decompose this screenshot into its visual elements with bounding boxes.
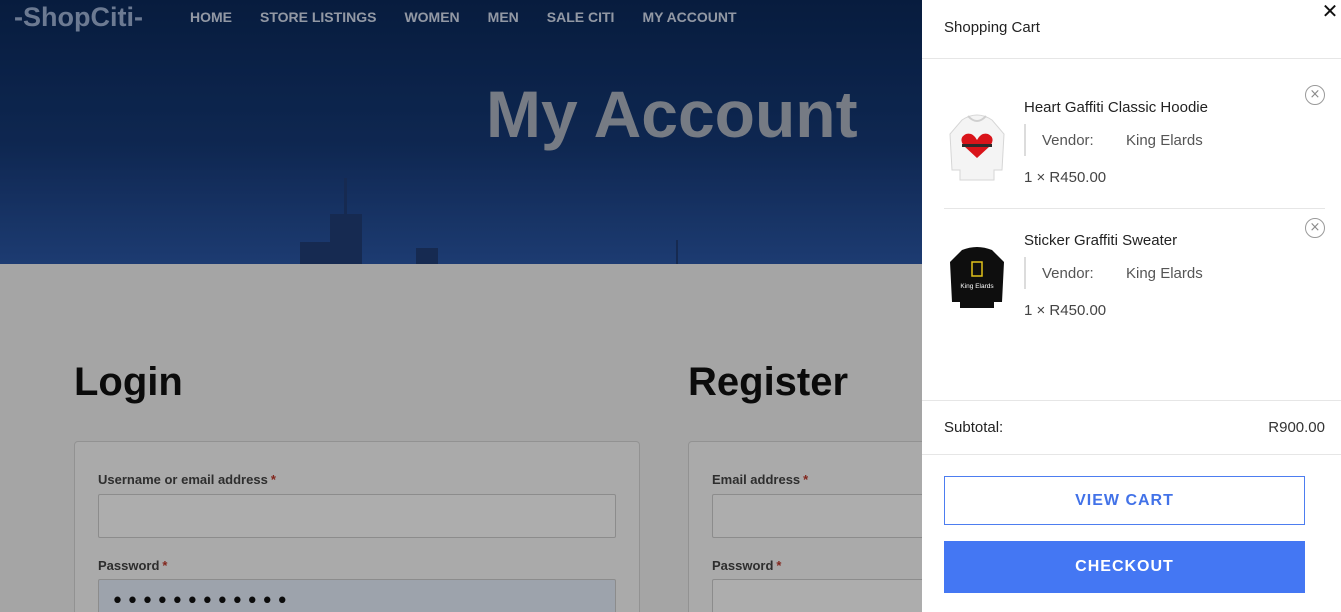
subtotal-label: Subtotal: — [944, 419, 1004, 436]
modal-backdrop[interactable] — [0, 0, 922, 612]
cart-header: Shopping Cart ✕ — [922, 0, 1341, 59]
item-name[interactable]: Heart Gaffiti Classic Hoodie — [1024, 99, 1208, 116]
cart-title: Shopping Cart — [944, 19, 1040, 36]
remove-item-icon[interactable]: × — [1305, 218, 1325, 238]
remove-item-icon[interactable]: × — [1305, 85, 1325, 105]
item-vendor: Vendor: King Elards — [1024, 257, 1203, 289]
vendor-label: Vendor: — [1042, 131, 1094, 149]
cart-subtotal: Subtotal: R900.00 — [922, 400, 1341, 455]
item-vendor: Vendor: King Elards — [1024, 124, 1203, 156]
svg-text:King Elards: King Elards — [960, 283, 994, 290]
close-icon[interactable]: ✕ — [1319, 0, 1341, 24]
white-hoodie-heart-icon[interactable] — [944, 108, 1010, 188]
item-qty-price: 1 × R450.00 — [1024, 302, 1107, 319]
subtotal-value: R900.00 — [1268, 419, 1325, 436]
shopping-cart-drawer: Shopping Cart ✕ Heart Gaffiti Classic Ho… — [922, 0, 1341, 612]
vendor-name: King Elards — [1126, 131, 1203, 149]
checkout-button[interactable]: CHECKOUT — [944, 541, 1305, 593]
vendor-name: King Elards — [1126, 264, 1203, 282]
cart-item: King Elards Sticker Graffiti Sweater Ven… — [944, 210, 1325, 330]
cart-item: Heart Gaffiti Classic Hoodie Vendor: Kin… — [944, 80, 1325, 209]
item-name[interactable]: Sticker Graffiti Sweater — [1024, 232, 1177, 249]
vendor-label: Vendor: — [1042, 264, 1094, 282]
view-cart-button[interactable]: VIEW CART — [944, 476, 1305, 525]
black-sweater-icon[interactable]: King Elards — [944, 240, 1010, 320]
item-qty-price: 1 × R450.00 — [1024, 169, 1107, 186]
